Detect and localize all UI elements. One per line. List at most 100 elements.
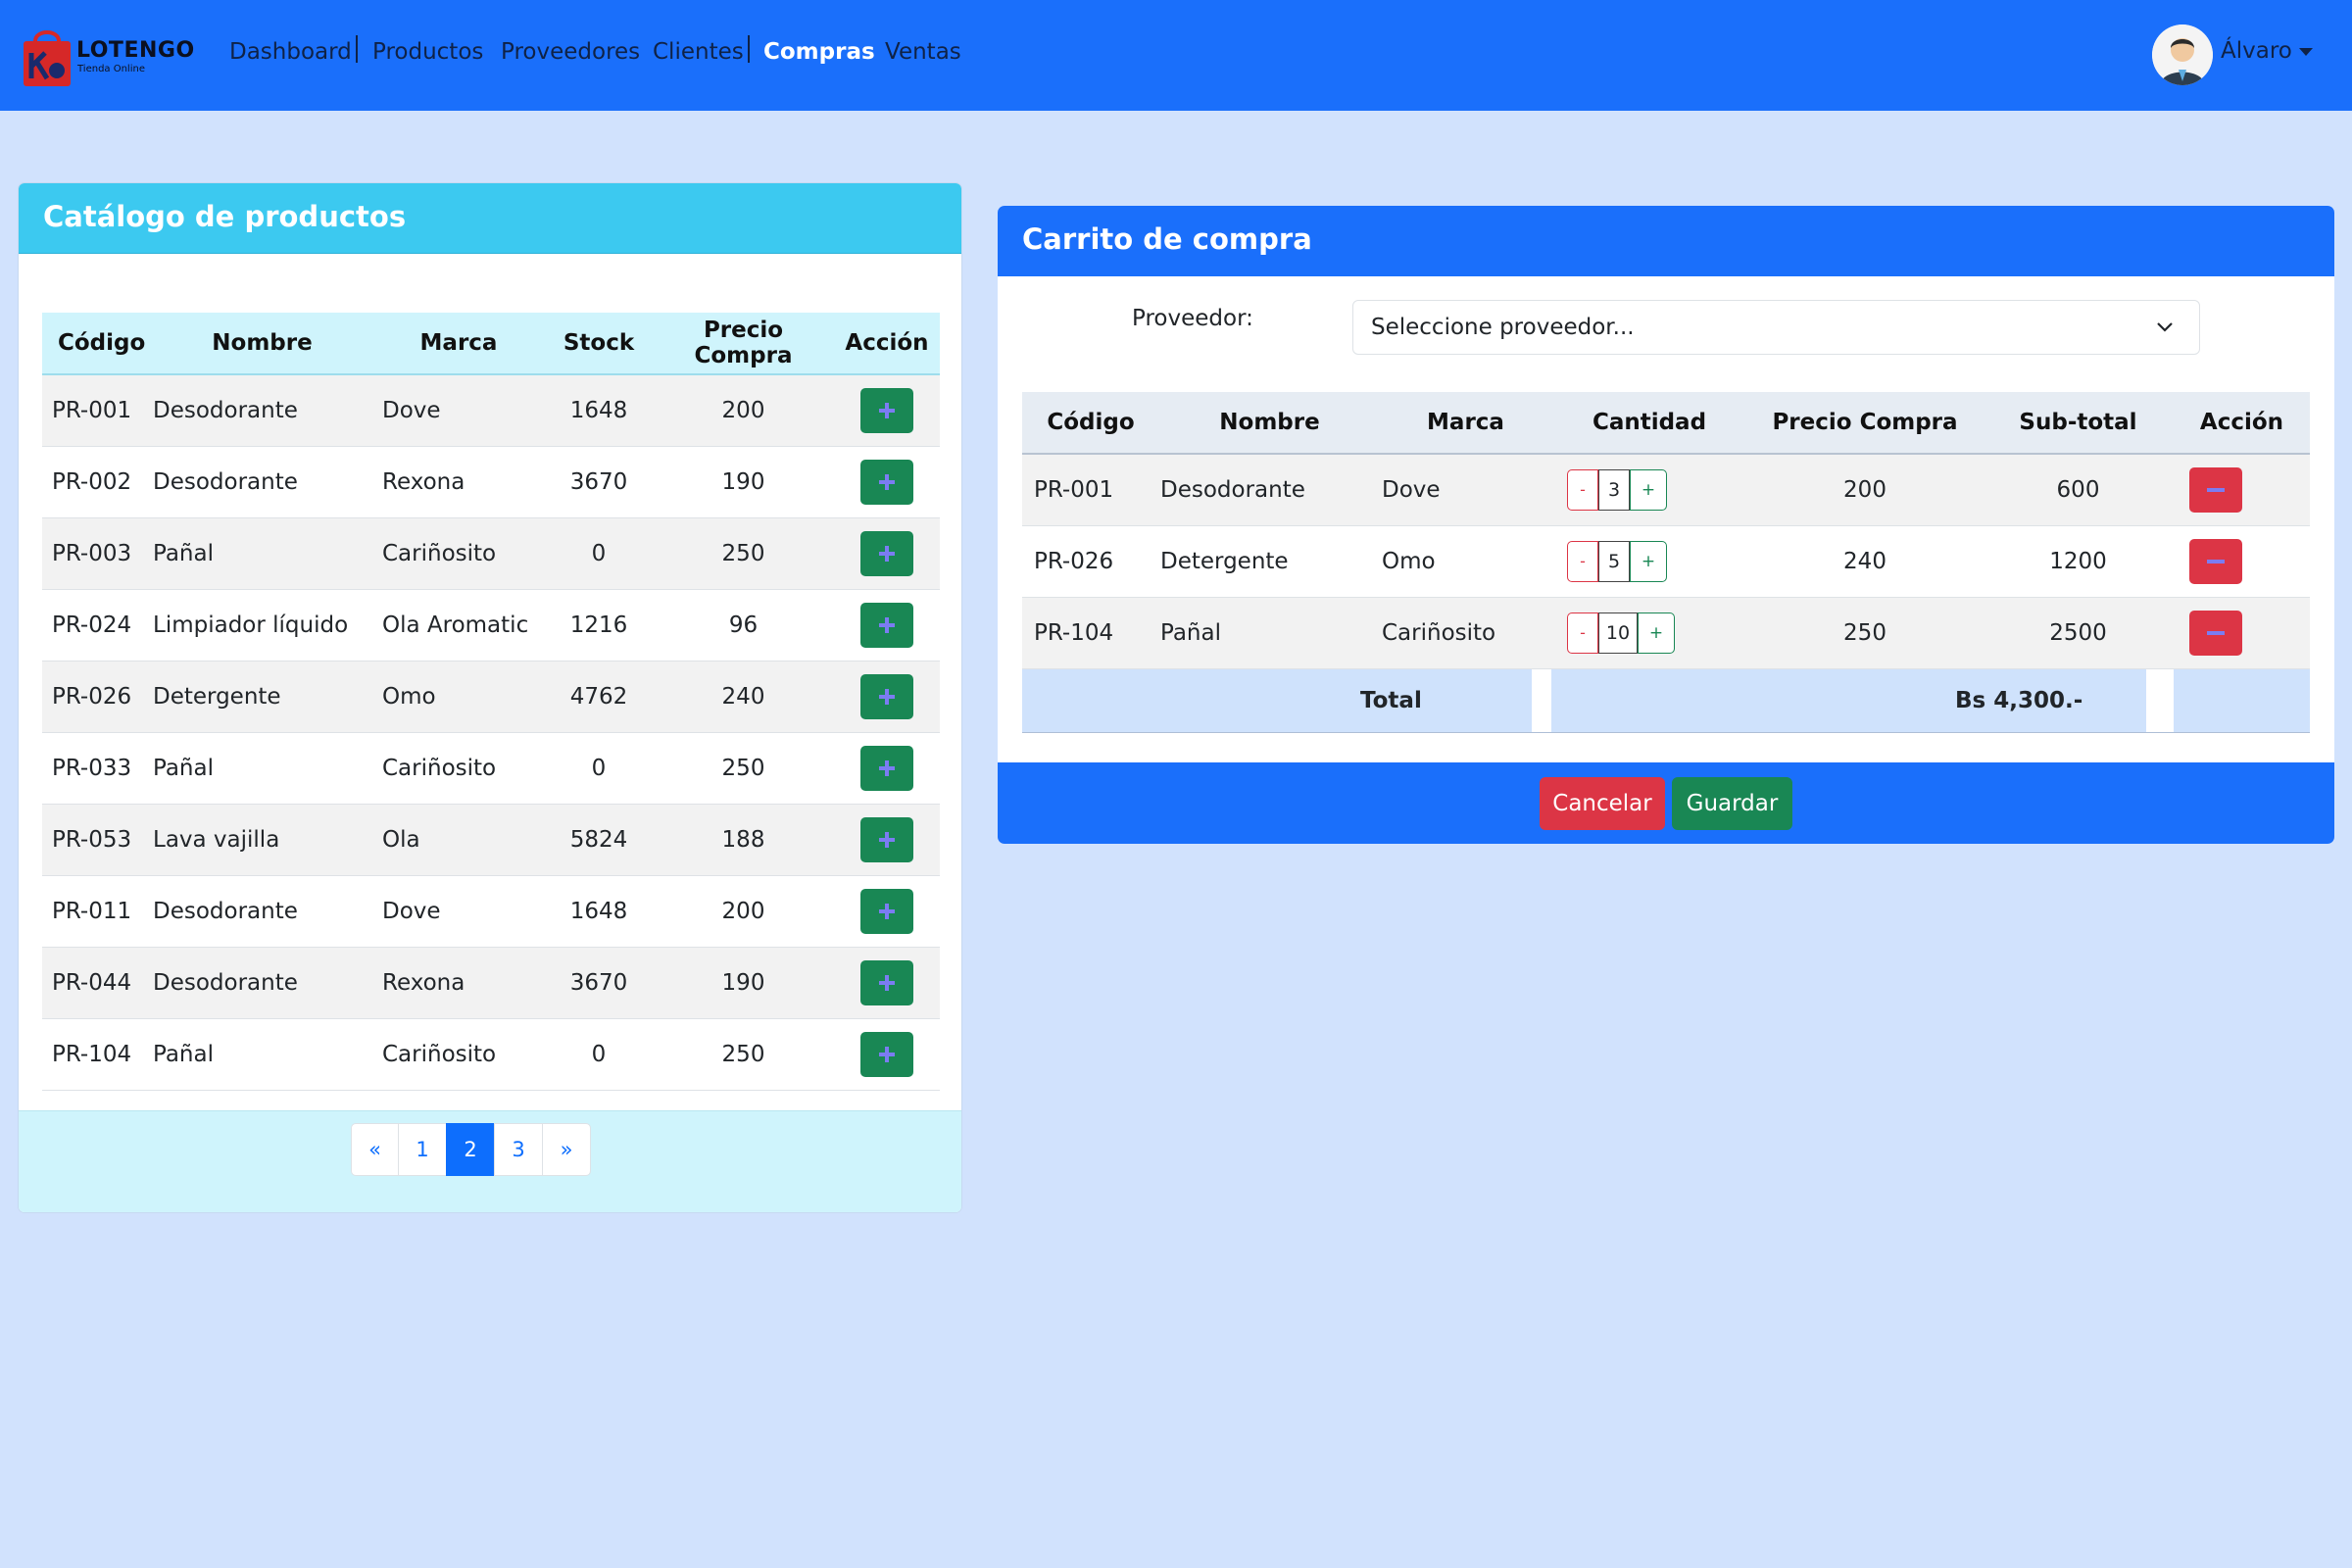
quantity-stepper[interactable]: -5 + (1567, 541, 1667, 582)
table-header-row: Código Nombre Marca Cantidad Precio Comp… (1022, 392, 2310, 455)
page-2[interactable]: 2 (446, 1123, 495, 1176)
cell-marca: Ola Aromatic (382, 612, 529, 638)
increment-button[interactable]: + (1638, 612, 1675, 654)
quantity-stepper[interactable]: -3 + (1567, 469, 1667, 511)
brand-logo[interactable]: LOTENGO Tienda Online (22, 24, 194, 88)
cell-precio-compra: 190 (721, 970, 765, 996)
table-row: PR-003 Pañal Cariñosito 0 250 (42, 517, 940, 590)
cell-subtotal: 600 (2056, 477, 2100, 503)
cell-spacer (2174, 669, 2310, 733)
table-header-row: Código Nombre Marca Stock Precio Compra … (42, 313, 940, 375)
add-to-cart-button[interactable] (860, 388, 913, 433)
cell-codigo: PR-024 (52, 612, 132, 638)
cell-accion (834, 1019, 940, 1091)
proveedor-select-value: Seleccione proveedor... (1371, 315, 1635, 340)
decrement-button[interactable]: - (1567, 612, 1598, 654)
cell-nombre: Detergente (1160, 549, 1289, 574)
cell-subtotal: 1200 (2049, 549, 2107, 574)
quantity-value[interactable]: 10 (1598, 612, 1638, 654)
cell-accion (834, 805, 940, 876)
page-prev[interactable]: « (351, 1123, 399, 1176)
cell-marca: Dove (1382, 477, 1441, 503)
nav-ventas[interactable]: Ventas (885, 39, 961, 65)
cell-marca: Dove (382, 899, 441, 924)
cell-codigo: PR-003 (52, 541, 132, 566)
cell-codigo: PR-104 (52, 1042, 132, 1067)
add-to-cart-button[interactable] (860, 531, 913, 576)
cell-accion (2174, 526, 2310, 598)
cell-precio-compra: 250 (721, 1042, 765, 1067)
col-accion: Acción (2174, 392, 2310, 455)
cell-precio-compra: 188 (721, 827, 765, 853)
cell-marca: Dove (382, 398, 441, 423)
add-to-cart-button[interactable] (860, 889, 913, 934)
add-to-cart-button[interactable] (860, 746, 913, 791)
increment-button[interactable]: + (1630, 469, 1667, 511)
cell-marca: Cariñosito (382, 1042, 497, 1067)
nav-proveedores[interactable]: Proveedores (501, 39, 640, 65)
page-next[interactable]: » (542, 1123, 591, 1176)
decrement-button[interactable]: - (1567, 541, 1598, 582)
cell-marca: Cariñosito (382, 541, 497, 566)
cell-stock: 0 (591, 1042, 607, 1067)
table-row: PR-011 Desodorante Dove 1648 200 (42, 875, 940, 948)
cell-marca: Omo (1382, 549, 1436, 574)
cell-accion (2174, 598, 2310, 669)
nav-compras[interactable]: Compras (763, 39, 875, 65)
remove-item-button[interactable] (2189, 539, 2242, 584)
add-to-cart-button[interactable] (860, 817, 913, 862)
col-codigo: Código (1022, 392, 1159, 455)
quantity-value[interactable]: 3 (1598, 469, 1630, 511)
cell-precio-compra: 250 (721, 541, 765, 566)
add-to-cart-button[interactable] (860, 674, 913, 719)
remove-item-button[interactable] (2189, 611, 2242, 656)
table-row: PR-026 Detergente Omo 4762 240 (42, 661, 940, 733)
cell-marca: Cariñosito (1382, 620, 1496, 646)
cart-table: Código Nombre Marca Cantidad Precio Comp… (1022, 392, 2310, 733)
table-row: PR-001 Desodorante Dove 1648 200 (42, 374, 940, 447)
table-row: PR-026 Detergente Omo -5 +240 1200 (1022, 525, 2310, 598)
add-to-cart-button[interactable] (860, 603, 913, 648)
cell-nombre: Pañal (153, 541, 214, 566)
cancel-button[interactable]: Cancelar (1540, 777, 1665, 830)
cell-nombre: Desodorante (153, 469, 298, 495)
navbar: LOTENGO Tienda Online Dashboard Producto… (0, 0, 2352, 111)
user-name[interactable]: Álvaro (2221, 38, 2292, 64)
nav-clientes[interactable]: Clientes (653, 39, 744, 65)
nav-dashboard[interactable]: Dashboard (229, 39, 352, 65)
cell-marca: Ola (382, 827, 420, 853)
caret-down-icon[interactable] (2299, 48, 2313, 56)
cell-stock: 1216 (569, 612, 628, 638)
add-to-cart-button[interactable] (860, 460, 913, 505)
cell-stock: 1648 (569, 899, 628, 924)
cell-accion (834, 733, 940, 805)
remove-item-button[interactable] (2189, 467, 2242, 513)
quantity-value[interactable]: 5 (1598, 541, 1630, 582)
cell-codigo: PR-053 (52, 827, 132, 853)
cell-precio-compra: 250 (1843, 620, 1886, 646)
cell-nombre: Pañal (153, 756, 214, 781)
cell-nombre: Desodorante (1160, 477, 1305, 503)
avatar[interactable] (2152, 24, 2213, 85)
increment-button[interactable]: + (1630, 541, 1667, 582)
page-1[interactable]: 1 (398, 1123, 447, 1176)
page-3[interactable]: 3 (494, 1123, 543, 1176)
cell-accion (834, 662, 940, 733)
add-to-cart-button[interactable] (860, 960, 913, 1005)
save-button[interactable]: Guardar (1672, 777, 1792, 830)
cell-accion (834, 447, 940, 518)
brand-subtitle: Tienda Online (77, 64, 145, 74)
cell-stock: 4762 (569, 684, 628, 710)
table-row: PR-001 Desodorante Dove -3 +200 600 (1022, 454, 2310, 526)
cell-accion (2174, 454, 2310, 526)
proveedor-select[interactable]: Seleccione proveedor... (1352, 300, 2200, 355)
cell-nombre: Desodorante (153, 899, 298, 924)
nav-productos[interactable]: Productos (372, 39, 483, 65)
table-row: PR-002 Desodorante Rexona 3670 190 (42, 446, 940, 518)
quantity-stepper[interactable]: -10 + (1567, 612, 1675, 654)
cart-footer (998, 762, 2334, 844)
cart-title: Carrito de compra (1022, 222, 1312, 256)
cell-precio-compra: 240 (1843, 549, 1886, 574)
add-to-cart-button[interactable] (860, 1032, 913, 1077)
decrement-button[interactable]: - (1567, 469, 1598, 511)
